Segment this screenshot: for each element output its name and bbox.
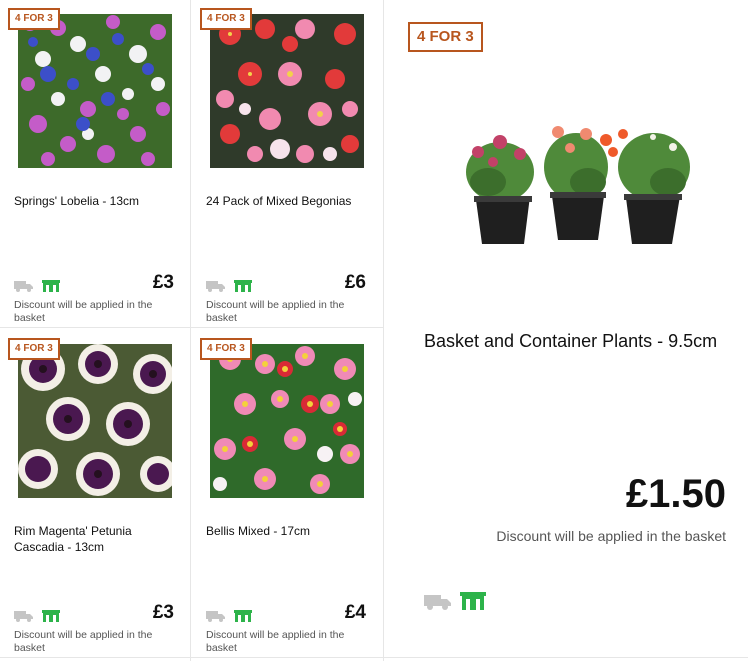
product-title[interactable]: Bellis Mixed - 17cm	[206, 523, 372, 539]
product-card-begonias[interactable]: 4 FOR 3 24 Pack of Mixed Begonias £6 Dis…	[192, 0, 382, 330]
delivery-truck-icon	[14, 610, 34, 622]
delivery-truck-icon	[14, 280, 34, 292]
store-collect-icon	[234, 280, 252, 292]
product-title[interactable]: Rim Magenta' Petunia Cascadia - 13cm	[14, 523, 180, 555]
product-card-lobelia[interactable]: 4 FOR 3 Springs' Lobelia - 13cm £3 Disco…	[0, 0, 190, 330]
offer-badge: 4 FOR 3	[8, 338, 60, 360]
offer-badge: 4 FOR 3	[200, 338, 252, 360]
store-collect-icon	[234, 610, 252, 622]
discount-note: Discount will be applied in the basket	[14, 629, 153, 654]
product-price: £1.50	[625, 472, 726, 516]
store-collect-icon	[460, 592, 486, 610]
availability-icons	[206, 280, 266, 292]
product-price: £6	[344, 272, 366, 293]
product-image-bellis[interactable]	[210, 344, 364, 498]
offer-badge: 4 FOR 3	[8, 8, 60, 30]
availability-icons	[14, 610, 74, 622]
product-price: £4	[344, 602, 366, 623]
offer-badge: 4 FOR 3	[408, 22, 483, 52]
product-image-container-plants[interactable]	[458, 112, 694, 248]
product-card-bellis[interactable]: 4 FOR 3 Bellis Mixed - 17cm £4 Discount …	[192, 330, 382, 660]
discount-note: Discount will be applied in the basket	[496, 528, 726, 544]
product-card-petunia[interactable]: 4 FOR 3 Rim Magenta' Petunia Cascadia - …	[0, 330, 190, 660]
grid-divider	[190, 0, 191, 661]
offer-badge: 4 FOR 3	[200, 8, 252, 30]
discount-note: Discount will be applied in the basket	[206, 629, 345, 654]
delivery-truck-icon	[206, 280, 226, 292]
product-title[interactable]: Springs' Lobelia - 13cm	[14, 193, 180, 209]
availability-icons	[206, 610, 266, 622]
store-collect-icon	[42, 280, 60, 292]
product-image-begonias[interactable]	[210, 14, 364, 168]
product-title[interactable]: 24 Pack of Mixed Begonias	[206, 193, 372, 209]
delivery-truck-icon	[206, 610, 226, 622]
product-price: £3	[152, 602, 174, 623]
product-card-featured[interactable]: 4 FOR 3 Basket and Container Plants - 9.…	[384, 0, 748, 661]
discount-note: Discount will be applied in the basket	[206, 299, 345, 324]
availability-icons	[424, 592, 494, 612]
availability-icons	[14, 280, 74, 292]
discount-note: Discount will be applied in the basket	[14, 299, 153, 324]
product-image-petunia[interactable]	[18, 344, 172, 498]
product-title[interactable]: Basket and Container Plants - 9.5cm	[424, 328, 724, 354]
product-price: £3	[152, 272, 174, 293]
store-collect-icon	[42, 610, 60, 622]
delivery-truck-icon	[424, 594, 452, 610]
product-image-lobelia[interactable]	[18, 14, 172, 168]
